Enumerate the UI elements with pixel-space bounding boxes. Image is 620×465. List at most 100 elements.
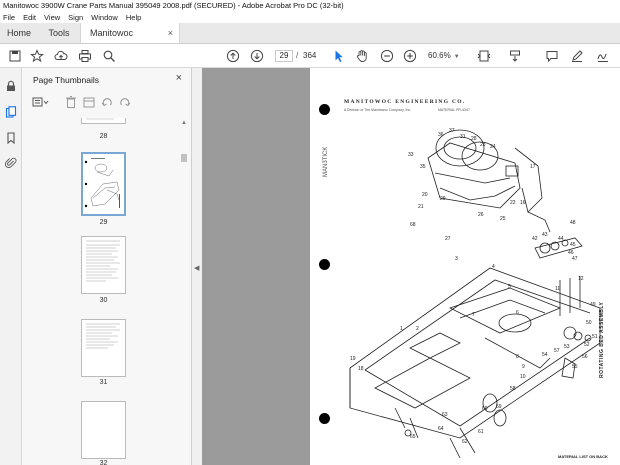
svg-text:65: 65 (410, 434, 416, 440)
thumbnail-label: 31 (99, 379, 108, 386)
svg-text:19: 19 (350, 356, 356, 362)
thumbnail-list: 28 29 30 31 32 (22, 118, 182, 465)
svg-text:26: 26 (478, 212, 484, 218)
svg-text:1: 1 (400, 326, 403, 332)
svg-text:50: 50 (586, 320, 592, 326)
svg-text:12: 12 (578, 276, 584, 282)
svg-text:57: 57 (554, 348, 560, 354)
menu-help[interactable]: Help (126, 12, 141, 23)
exploded-parts-drawing: 333637 31 2823 243520 216827 292625 1722 1… (349, 128, 601, 458)
svg-text:36: 36 (438, 132, 444, 138)
thumbnail-scrollbar[interactable]: ▲ (180, 118, 188, 465)
tab-home[interactable]: Home (0, 23, 38, 43)
tab-tools[interactable]: Tools (38, 23, 80, 43)
bookmark-star-icon[interactable] (30, 49, 44, 63)
document-viewer[interactable]: MANITOWOC ENGINEERING CO. A Division of … (202, 68, 620, 465)
page-thumbnails-panel: Page Thumbnails × 28 29 30 31 32 ▲ (22, 68, 192, 465)
svg-text:23: 23 (480, 142, 486, 148)
svg-text:68: 68 (410, 222, 416, 228)
hand-tool-icon[interactable] (355, 49, 369, 63)
svg-text:25: 25 (500, 216, 506, 222)
svg-text:22: 22 (510, 200, 516, 206)
svg-text:59: 59 (496, 404, 502, 410)
save-icon[interactable] (8, 49, 22, 63)
svg-text:53: 53 (564, 344, 570, 350)
collapse-panel-icon[interactable]: ◀ (194, 264, 199, 272)
menu-window[interactable]: Window (91, 12, 118, 23)
svg-text:43: 43 (542, 232, 548, 238)
upload-cloud-icon[interactable] (54, 49, 68, 63)
zoom-level-select[interactable]: 60.6% ▼ (428, 50, 462, 62)
zoom-in-icon[interactable] (403, 49, 417, 63)
options-menu-icon[interactable] (32, 95, 50, 109)
svg-text:9: 9 (522, 364, 525, 370)
svg-text:31: 31 (460, 134, 466, 140)
menu-view[interactable]: View (44, 12, 60, 23)
svg-text:20: 20 (422, 192, 428, 198)
comment-icon[interactable] (545, 49, 559, 63)
zoom-level-value: 60.6% (428, 51, 451, 60)
svg-text:58: 58 (510, 386, 516, 392)
rotate-clockwise-icon[interactable] (118, 95, 132, 109)
menu-sign[interactable]: Sign (68, 12, 83, 23)
sign-icon[interactable] (596, 49, 610, 63)
page-thumbnails-icon[interactable] (5, 106, 17, 118)
close-tab-icon[interactable]: × (168, 23, 173, 43)
svg-text:45: 45 (570, 242, 576, 248)
svg-text:27: 27 (445, 236, 451, 242)
menu-file[interactable]: File (3, 12, 15, 23)
thumbnail-page[interactable] (81, 401, 126, 459)
svg-text:62: 62 (462, 439, 468, 445)
thumbnail-page-selected[interactable] (81, 152, 126, 216)
navigation-rail (0, 68, 22, 465)
menu-edit[interactable]: Edit (23, 12, 36, 23)
scrollbar-thumb[interactable] (181, 154, 187, 162)
bookmarks-icon[interactable] (5, 132, 17, 145)
rotate-counterclockwise-icon[interactable] (100, 95, 114, 109)
svg-text:18: 18 (358, 366, 364, 372)
side-label: ROTATING BED ASSEMBLY (599, 301, 605, 378)
page-number-input[interactable]: 29 (275, 50, 293, 62)
delete-page-icon[interactable] (64, 95, 78, 109)
scroll-mode-icon[interactable] (508, 49, 522, 63)
thumbnail-page[interactable] (81, 236, 126, 294)
svg-text:61: 61 (478, 429, 484, 435)
search-icon[interactable] (102, 49, 116, 63)
previous-page-icon[interactable] (226, 49, 240, 63)
svg-text:3: 3 (455, 256, 458, 262)
scroll-up-icon[interactable]: ▲ (181, 120, 187, 126)
svg-text:7: 7 (472, 312, 475, 318)
svg-text:56: 56 (582, 354, 588, 360)
svg-text:11: 11 (555, 286, 560, 292)
thumbnail-page[interactable] (81, 319, 126, 377)
zoom-out-icon[interactable] (380, 49, 394, 63)
svg-text:63: 63 (442, 412, 448, 418)
print-icon[interactable] (78, 49, 92, 63)
panel-title: Page Thumbnails (33, 75, 99, 85)
svg-text:2: 2 (416, 326, 419, 332)
svg-text:47: 47 (572, 256, 578, 262)
panel-splitter[interactable]: ◀ (192, 68, 202, 465)
svg-text:54: 54 (542, 352, 548, 358)
thumbnail-page[interactable] (81, 118, 126, 124)
svg-text:5: 5 (508, 284, 511, 290)
svg-text:16: 16 (520, 200, 526, 206)
select-cursor-icon[interactable] (332, 49, 346, 63)
extract-page-icon[interactable] (82, 95, 96, 109)
tab-document[interactable]: Manitowoc 3900W... × (80, 23, 180, 59)
next-page-icon[interactable] (250, 49, 264, 63)
svg-text:4: 4 (492, 264, 495, 270)
lock-icon[interactable] (5, 80, 17, 92)
svg-text:17: 17 (530, 164, 536, 170)
tab-document-label: Manitowoc 3900W... (90, 28, 134, 59)
page-separator: / (296, 51, 299, 60)
footer-label: MATERIAL LIST ON BACK (558, 454, 608, 459)
attachments-icon[interactable] (4, 157, 17, 169)
svg-text:10: 10 (520, 374, 526, 380)
page-fit-icon[interactable] (477, 49, 491, 63)
svg-text:42: 42 (532, 236, 538, 242)
close-panel-icon[interactable]: × (176, 72, 182, 84)
thumbnail-label: 28 (99, 133, 108, 140)
svg-text:49: 49 (590, 302, 596, 308)
highlight-pen-icon[interactable] (570, 49, 584, 63)
